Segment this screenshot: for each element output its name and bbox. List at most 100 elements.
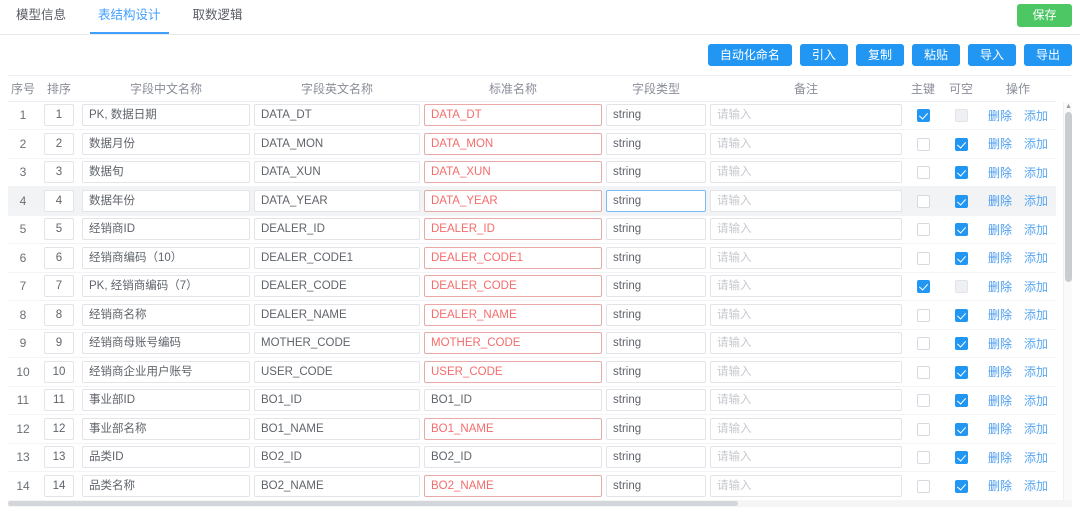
std-name-input[interactable]: DATA_MON [424, 132, 602, 155]
en-name-input[interactable]: DATA_DT [254, 104, 420, 127]
remark-input[interactable]: 请输入 [710, 189, 902, 212]
remark-input[interactable]: 请输入 [710, 446, 902, 469]
nullable-checkbox[interactable] [954, 394, 968, 408]
primary-key-checkbox[interactable] [916, 365, 930, 379]
primary-key-checkbox[interactable] [916, 223, 930, 237]
add-row-link[interactable]: 添加 [1024, 249, 1048, 266]
delete-row-link[interactable]: 删除 [988, 306, 1012, 323]
en-name-input[interactable]: USER_CODE [254, 360, 420, 383]
field-type-input[interactable]: string [606, 360, 706, 383]
std-name-input[interactable]: DATA_XUN [424, 161, 602, 184]
nullable-checkbox[interactable] [954, 109, 968, 123]
primary-key-checkbox[interactable] [916, 479, 930, 493]
cn-name-input[interactable]: 经销商母账号编码 [82, 332, 250, 355]
introduce-button[interactable]: 引入 [799, 44, 848, 66]
cn-name-input[interactable]: 品类名称 [82, 474, 250, 497]
remark-input[interactable]: 请输入 [710, 161, 902, 184]
field-type-input[interactable]: string [606, 474, 706, 497]
delete-row-link[interactable]: 删除 [988, 420, 1012, 437]
vertical-scrollbar[interactable]: ▲ [1063, 102, 1072, 502]
add-row-link[interactable]: 添加 [1024, 449, 1048, 466]
remark-input[interactable]: 请输入 [710, 218, 902, 241]
field-type-input[interactable]: string [606, 189, 706, 212]
std-name-input[interactable]: DEALER_CODE [424, 275, 602, 298]
sort-input[interactable]: 5 [44, 218, 74, 241]
cn-name-input[interactable]: PK, 经销商编码（7） [82, 275, 250, 298]
field-type-input[interactable]: string [606, 161, 706, 184]
primary-key-checkbox[interactable] [916, 308, 930, 322]
cn-name-input[interactable]: 数据年份 [82, 189, 250, 212]
std-name-input[interactable]: USER_CODE [424, 360, 602, 383]
remark-input[interactable]: 请输入 [710, 132, 902, 155]
delete-row-link[interactable]: 删除 [988, 477, 1012, 494]
add-row-link[interactable]: 添加 [1024, 392, 1048, 409]
remark-input[interactable]: 请输入 [710, 246, 902, 269]
sort-input[interactable]: 14 [44, 474, 74, 497]
primary-key-checkbox[interactable] [916, 166, 930, 180]
std-name-input[interactable]: MOTHER_CODE [424, 332, 602, 355]
field-type-input[interactable]: string [606, 218, 706, 241]
field-type-input[interactable]: string [606, 389, 706, 412]
field-type-input[interactable]: string [606, 303, 706, 326]
tab-data-logic[interactable]: 取数逻辑 [177, 0, 259, 34]
cn-name-input[interactable]: 经销商编码（10） [82, 246, 250, 269]
sort-input[interactable]: 13 [44, 446, 74, 469]
add-row-link[interactable]: 添加 [1024, 335, 1048, 352]
primary-key-checkbox[interactable] [916, 394, 930, 408]
add-row-link[interactable]: 添加 [1024, 192, 1048, 209]
field-type-input[interactable]: string [606, 104, 706, 127]
std-name-input[interactable]: BO2_ID [424, 446, 602, 469]
en-name-input[interactable]: BO1_ID [254, 389, 420, 412]
add-row-link[interactable]: 添加 [1024, 164, 1048, 181]
add-row-link[interactable]: 添加 [1024, 107, 1048, 124]
primary-key-checkbox[interactable] [916, 280, 930, 294]
std-name-input[interactable]: DEALER_CODE1 [424, 246, 602, 269]
en-name-input[interactable]: DATA_MON [254, 132, 420, 155]
sort-input[interactable]: 1 [44, 104, 74, 127]
field-type-input[interactable]: string [606, 275, 706, 298]
std-name-input[interactable]: BO1_NAME [424, 417, 602, 440]
remark-input[interactable]: 请输入 [710, 389, 902, 412]
delete-row-link[interactable]: 删除 [988, 392, 1012, 409]
en-name-input[interactable]: BO2_ID [254, 446, 420, 469]
delete-row-link[interactable]: 删除 [988, 449, 1012, 466]
nullable-checkbox[interactable] [954, 166, 968, 180]
delete-row-link[interactable]: 删除 [988, 164, 1012, 181]
primary-key-checkbox[interactable] [916, 251, 930, 265]
nullable-checkbox[interactable] [954, 280, 968, 294]
std-name-input[interactable]: DATA_DT [424, 104, 602, 127]
sort-input[interactable]: 9 [44, 332, 74, 355]
delete-row-link[interactable]: 删除 [988, 363, 1012, 380]
add-row-link[interactable]: 添加 [1024, 477, 1048, 494]
en-name-input[interactable]: DEALER_CODE [254, 275, 420, 298]
remark-input[interactable]: 请输入 [710, 303, 902, 326]
remark-input[interactable]: 请输入 [710, 104, 902, 127]
field-type-input[interactable]: string [606, 446, 706, 469]
en-name-input[interactable]: DATA_XUN [254, 161, 420, 184]
primary-key-checkbox[interactable] [916, 137, 930, 151]
delete-row-link[interactable]: 删除 [988, 278, 1012, 295]
nullable-checkbox[interactable] [954, 422, 968, 436]
primary-key-checkbox[interactable] [916, 109, 930, 123]
field-type-input[interactable]: string [606, 332, 706, 355]
export-button[interactable]: 导出 [1023, 44, 1072, 66]
en-name-input[interactable]: DEALER_CODE1 [254, 246, 420, 269]
remark-input[interactable]: 请输入 [710, 275, 902, 298]
primary-key-checkbox[interactable] [916, 451, 930, 465]
copy-button[interactable]: 复制 [855, 44, 904, 66]
remark-input[interactable]: 请输入 [710, 417, 902, 440]
auto-naming-button[interactable]: 自动化命名 [707, 44, 792, 66]
nullable-checkbox[interactable] [954, 337, 968, 351]
sort-input[interactable]: 3 [44, 161, 74, 184]
nullable-checkbox[interactable] [954, 451, 968, 465]
add-row-link[interactable]: 添加 [1024, 363, 1048, 380]
std-name-input[interactable]: DEALER_NAME [424, 303, 602, 326]
tab-model-info[interactable]: 模型信息 [0, 0, 82, 34]
nullable-checkbox[interactable] [954, 137, 968, 151]
en-name-input[interactable]: DEALER_ID [254, 218, 420, 241]
horizontal-scrollbar[interactable] [8, 500, 1072, 507]
cn-name-input[interactable]: 事业部名称 [82, 417, 250, 440]
sort-input[interactable]: 10 [44, 360, 74, 383]
sort-input[interactable]: 6 [44, 246, 74, 269]
remark-input[interactable]: 请输入 [710, 360, 902, 383]
